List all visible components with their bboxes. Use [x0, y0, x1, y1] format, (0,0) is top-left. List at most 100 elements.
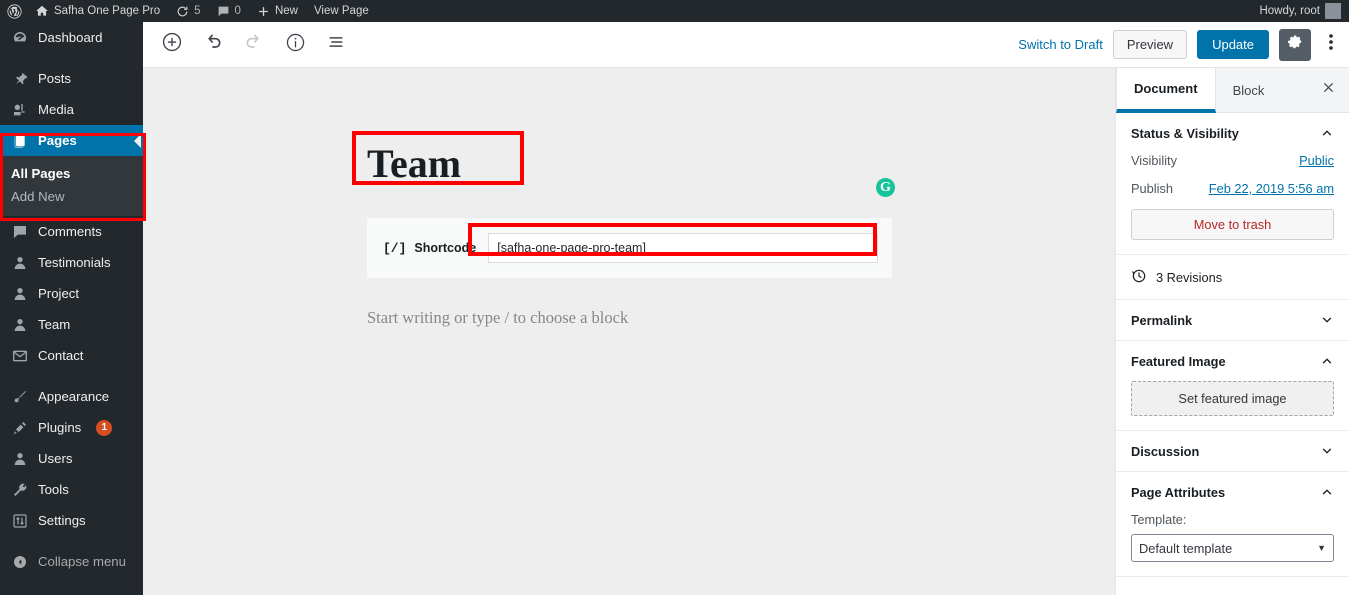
sidebar-tabs: Document Block: [1116, 68, 1349, 113]
set-featured-image-button[interactable]: Set featured image: [1131, 381, 1334, 416]
view-page-label: View Page: [313, 5, 369, 17]
grammarly-icon[interactable]: G: [876, 178, 895, 197]
sidebar-item-project[interactable]: Project: [0, 278, 143, 309]
howdy-label-wrap[interactable]: Howdy, root: [1251, 0, 1349, 22]
shortcode-input[interactable]: [488, 233, 878, 263]
visibility-value-button[interactable]: Public: [1299, 153, 1334, 168]
sidebar-item-testimonials[interactable]: Testimonials: [0, 247, 143, 278]
sidebar-item-users[interactable]: Users: [0, 443, 143, 474]
sidebar-item-team[interactable]: Team: [0, 309, 143, 340]
content-info-button[interactable]: [280, 30, 310, 60]
editor-settings-sidebar: Document Block Status & Visibility Visib…: [1115, 68, 1349, 595]
sidebar-item-appearance[interactable]: Appearance: [0, 381, 143, 412]
visibility-row: Visibility Public: [1131, 153, 1334, 168]
default-block-appender[interactable]: Start writing or type / to choose a bloc…: [367, 308, 628, 328]
wp-logo-menu[interactable]: [0, 0, 27, 22]
panel-title: Discussion: [1131, 443, 1200, 459]
sidebar-item-plugins[interactable]: Plugins 1: [0, 412, 143, 443]
sidebar-item-label: Comments: [38, 224, 102, 239]
sidebar-item-label: Settings: [38, 513, 86, 528]
grammarly-letter: G: [880, 179, 891, 195]
comments-menu[interactable]: 0: [209, 0, 249, 22]
panel-title: Status & Visibility: [1131, 125, 1239, 141]
sidebar-item-dashboard[interactable]: Dashboard: [0, 22, 143, 53]
revisions-link[interactable]: 3 Revisions: [1116, 255, 1349, 299]
redo-button[interactable]: [239, 30, 269, 60]
my-account-menu[interactable]: Howdy, root: [1251, 0, 1349, 22]
panel-header-page-attributes[interactable]: Page Attributes: [1116, 472, 1349, 512]
user-icon: [11, 285, 29, 303]
close-sidebar-button[interactable]: [1308, 68, 1349, 112]
preview-button[interactable]: Preview: [1112, 30, 1188, 59]
tab-block[interactable]: Block: [1216, 68, 1282, 112]
avatar: [1325, 3, 1341, 19]
chevron-left-icon: [134, 133, 141, 148]
template-select-wrap: Default template ▼: [1131, 534, 1334, 562]
move-to-trash-button[interactable]: Move to trash: [1131, 209, 1334, 240]
redo-icon: [244, 32, 264, 57]
tab-document[interactable]: Document: [1116, 68, 1216, 113]
home-icon: [35, 4, 49, 18]
envelope-icon: [11, 347, 29, 365]
sidebar-item-contact[interactable]: Contact: [0, 340, 143, 371]
sidebar-item-all-pages[interactable]: All Pages: [0, 162, 143, 185]
sidebar-item-label: Posts: [38, 71, 71, 86]
add-block-button[interactable]: [157, 30, 187, 60]
update-button[interactable]: Update: [1197, 30, 1269, 59]
template-select[interactable]: Default template: [1131, 534, 1334, 562]
collapse-icon: [11, 553, 29, 571]
sidebar-item-pages[interactable]: Pages: [0, 125, 143, 156]
wrench-icon: [11, 481, 29, 499]
panel-status-visibility: Status & Visibility Visibility Public Pu…: [1116, 113, 1349, 255]
publish-date-button[interactable]: Feb 22, 2019 5:56 am: [1209, 181, 1334, 196]
plus-icon: [257, 5, 270, 18]
pages-submenu: All Pages Add New: [0, 156, 143, 216]
sidebar-item-label: Project: [38, 286, 80, 301]
panel-header-permalink[interactable]: Permalink: [1116, 300, 1349, 340]
updates-menu[interactable]: 5: [168, 0, 208, 22]
sidebar-item-label: Appearance: [38, 389, 110, 404]
kebab-menu-icon: [1329, 33, 1333, 56]
sidebar-item-add-new[interactable]: Add New: [0, 185, 143, 208]
editor-toolbar-right: Switch to Draft Preview Update: [1018, 28, 1349, 61]
site-name-menu[interactable]: Safha One Page Pro: [27, 0, 168, 22]
new-content-menu[interactable]: New: [249, 0, 306, 22]
admin-sidebar-menu: Dashboard Posts Media Pages All Pages Ad…: [0, 22, 143, 595]
updates-icon: [176, 5, 189, 18]
panel-title: Page Attributes: [1131, 484, 1226, 500]
sidebar-item-collapse-menu[interactable]: Collapse menu: [0, 546, 143, 577]
panel-header-discussion[interactable]: Discussion: [1116, 431, 1349, 471]
sidebar-item-settings[interactable]: Settings: [0, 505, 143, 536]
panel-featured-image: Featured Image Set featured image: [1116, 341, 1349, 431]
undo-icon: [203, 32, 223, 57]
panel-header-featured-image[interactable]: Featured Image: [1116, 341, 1349, 381]
sidebar-item-tools[interactable]: Tools: [0, 474, 143, 505]
panel-discussion: Discussion: [1116, 431, 1349, 472]
new-label: New: [274, 5, 298, 17]
user-icon: [11, 450, 29, 468]
settings-toggle-button[interactable]: [1279, 28, 1311, 61]
sidebar-item-comments[interactable]: Comments: [0, 216, 143, 247]
panel-header-status-visibility[interactable]: Status & Visibility: [1116, 113, 1349, 153]
pages-icon: [11, 132, 29, 150]
sidebar-item-posts[interactable]: Posts: [0, 63, 143, 94]
publish-label: Publish: [1131, 181, 1173, 196]
menu-separator: [0, 371, 143, 381]
shortcode-block[interactable]: [/] Shortcode: [367, 218, 892, 278]
comment-icon: [11, 223, 29, 241]
sidebar-item-label: Testimonials: [38, 255, 111, 270]
sidebar-item-media[interactable]: Media: [0, 94, 143, 125]
sidebar-item-label: Media: [38, 102, 74, 117]
block-navigation-button[interactable]: [321, 30, 351, 60]
howdy-label: Howdy, root: [1259, 5, 1320, 17]
more-menu-button[interactable]: [1321, 29, 1341, 61]
editor-toolbar-left: [143, 30, 351, 60]
switch-to-draft-link[interactable]: Switch to Draft: [1018, 37, 1103, 52]
chevron-down-icon: [1320, 444, 1334, 458]
sidebar-item-label: Team: [38, 317, 71, 332]
post-title[interactable]: Team: [367, 142, 461, 186]
undo-button[interactable]: [198, 30, 228, 60]
user-icon: [11, 316, 29, 334]
publish-row: Publish Feb 22, 2019 5:56 am: [1131, 181, 1334, 196]
view-page-link[interactable]: View Page: [306, 0, 377, 22]
